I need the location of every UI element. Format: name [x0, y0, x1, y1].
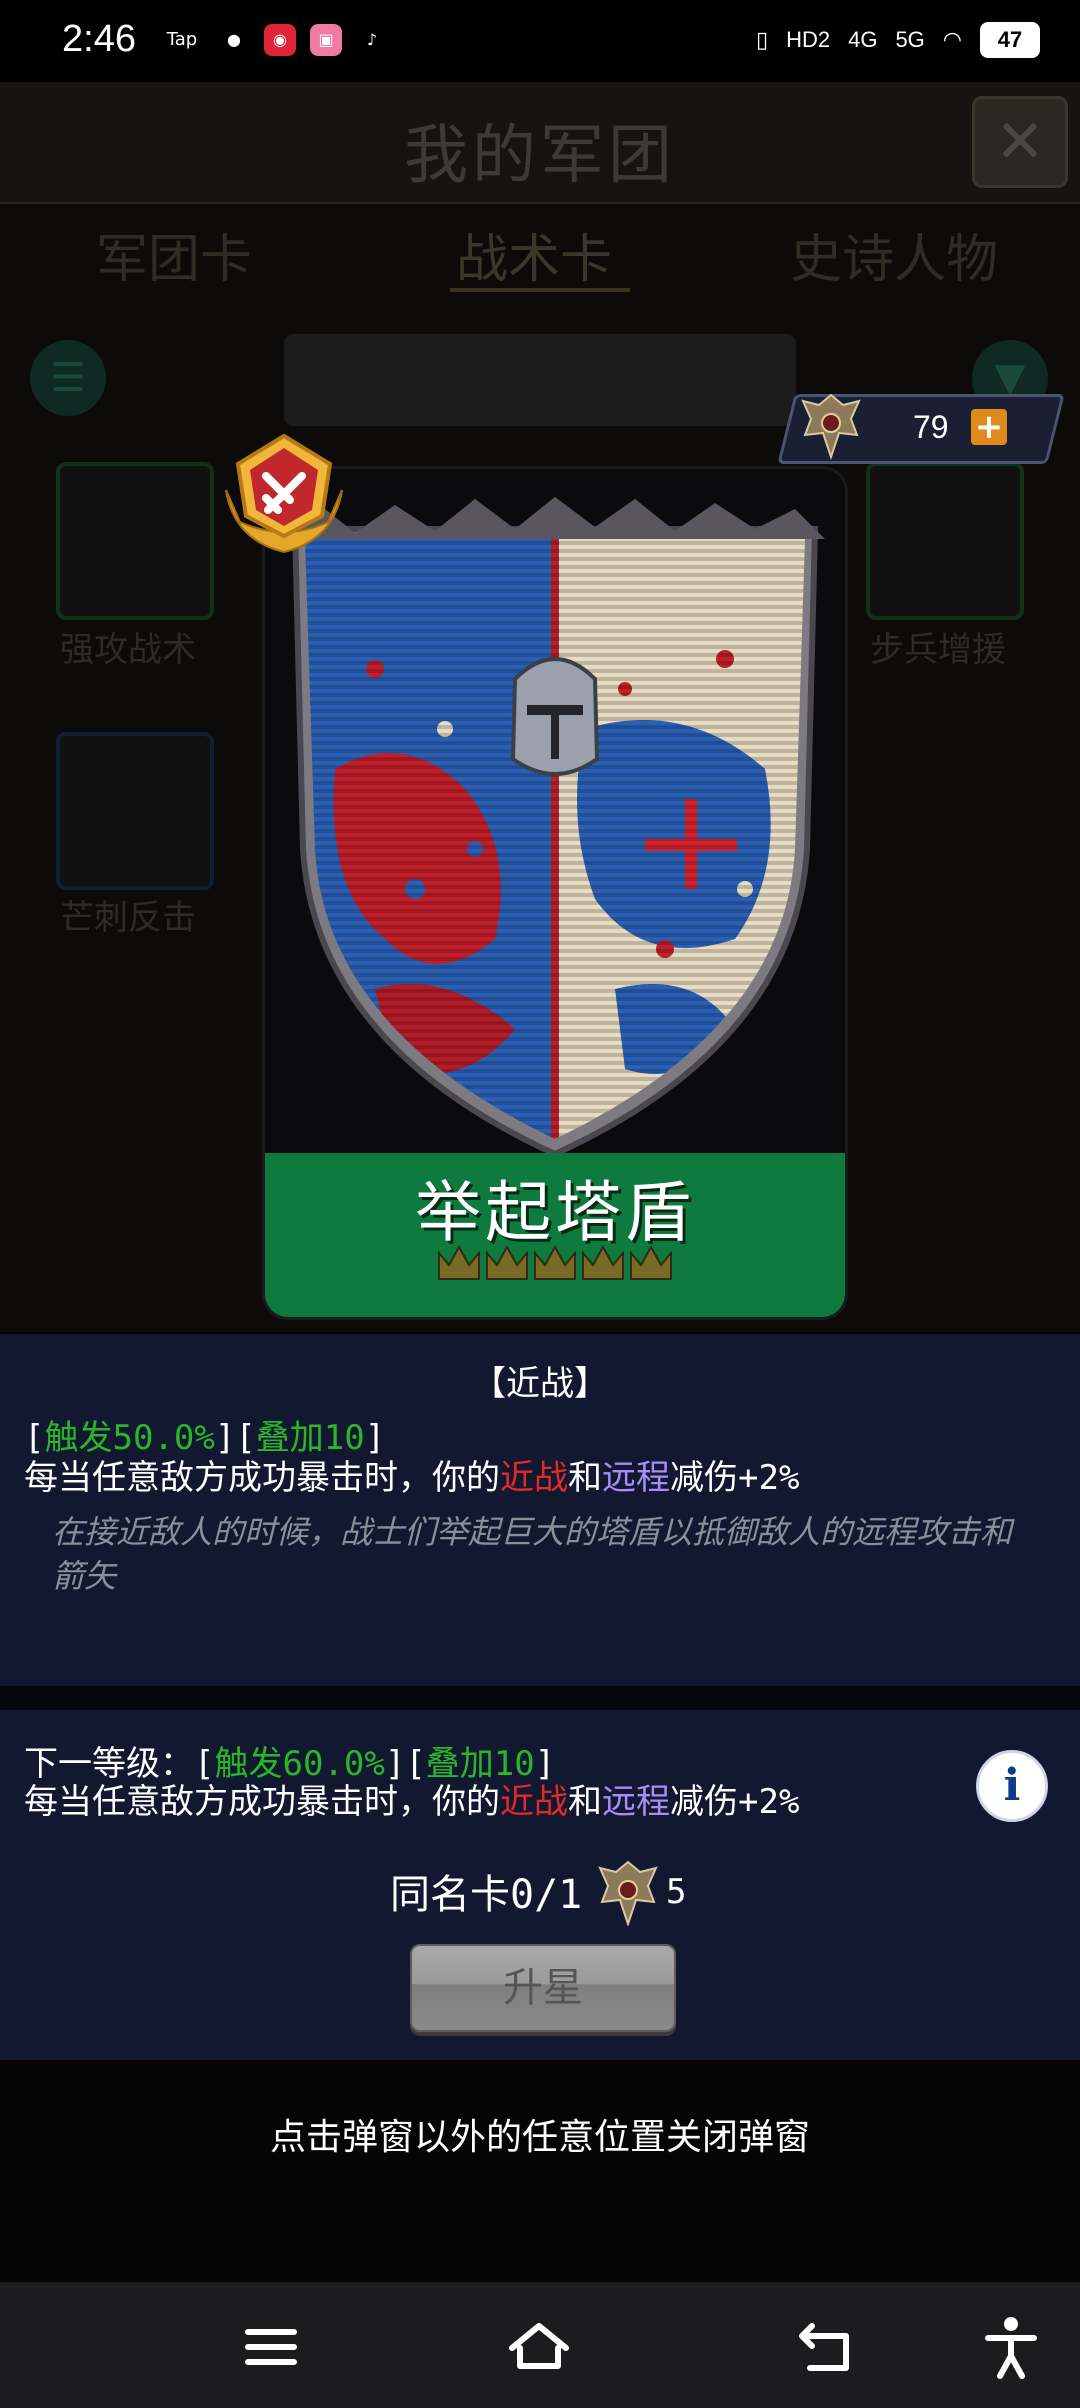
effect-text: 和 [568, 1458, 602, 1498]
ranged-keyword: 远程 [602, 1782, 670, 1822]
system-nav-bar [0, 2282, 1080, 2408]
ranged-keyword: 远程 [602, 1458, 670, 1498]
currency-badge[interactable]: 79 + [777, 393, 1065, 464]
crown-icon [486, 1244, 528, 1280]
tower-shield-artwork [265, 469, 845, 1159]
currency-count: 79 [913, 409, 949, 445]
close-hint: 点击弹窗以外的任意位置关闭弹窗 [269, 2117, 810, 2158]
star-crowns [438, 1244, 672, 1280]
upgrade-cost: 5 [666, 1872, 687, 1912]
effect-text: 减伤+2% [670, 1458, 800, 1498]
accessibility-icon[interactable] [976, 2312, 1046, 2382]
eagle-emblem-icon [801, 393, 861, 461]
crown-icon [582, 1244, 624, 1280]
effect-text: 每当任意敌方成功暴击时，你的 [24, 1782, 500, 1822]
eagle-emblem-icon [598, 1860, 658, 1926]
crown-icon [630, 1244, 672, 1280]
effect-line: 每当任意敌方成功暴击时，你的近战和远程减伤+2% [24, 1450, 799, 1499]
flavor-text: 在接近敌人的时候，战士们举起巨大的塔盾以抵御敌人的远程攻击和箭矢 [52, 1513, 1013, 1595]
duplicate-card-count: 同名卡0/1 [390, 1872, 583, 1918]
info-icon[interactable]: i [976, 1750, 1048, 1822]
back-icon[interactable] [790, 2312, 860, 2382]
menu-icon[interactable] [236, 2312, 306, 2382]
effect-text: 和 [568, 1782, 602, 1822]
upgrade-label: 升星 [503, 1965, 583, 2011]
card-effect-panel: 【近战】 [触发50.0%][叠加10] 每当任意敌方成功暴击时，你的近战和远程… [0, 1334, 1080, 1686]
tactic-rank-badge-icon [225, 433, 343, 554]
effect-text: 每当任意敌方成功暴击时，你的 [24, 1458, 500, 1498]
add-currency-button[interactable]: + [971, 407, 1007, 447]
effect-text: 减伤+2% [670, 1782, 800, 1822]
card-category: 【近战】 [472, 1364, 608, 1404]
home-icon[interactable] [504, 2312, 574, 2382]
melee-keyword: 近战 [500, 1458, 568, 1498]
card-detail-modal: 79 + 举起塔盾 【近战】 [触发50.0%][叠加10] 每当任意敌方成功暴… [0, 0, 1080, 2408]
tactic-card: 举起塔盾 [262, 466, 848, 1320]
next-effect-line: 每当任意敌方成功暴击时，你的近战和远程减伤+2% [24, 1774, 799, 1823]
panel-divider [0, 1686, 1080, 1710]
crown-icon [534, 1244, 576, 1280]
crown-icon [438, 1244, 480, 1280]
upgrade-star-button[interactable]: 升星 [410, 1944, 676, 2032]
melee-keyword: 近战 [500, 1782, 568, 1822]
